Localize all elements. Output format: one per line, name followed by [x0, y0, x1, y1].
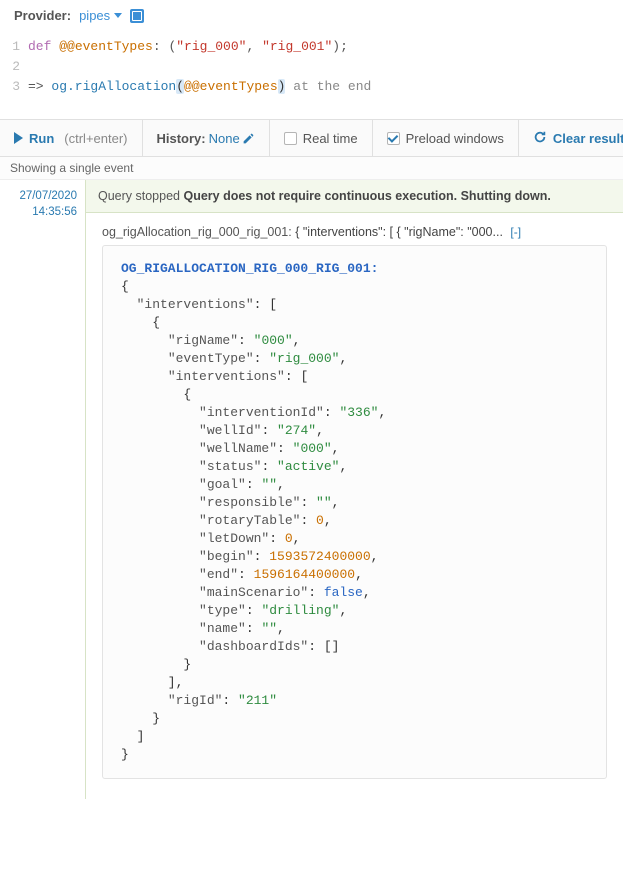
code-editor[interactable]: 1def @@eventTypes: ("rig_000", "rig_001"… [0, 31, 623, 119]
history-cell[interactable]: History: None [143, 120, 270, 156]
event-message-prefix: Query stopped [98, 189, 183, 203]
result-summary-preview: { "interventions": [ { "rigName": "000..… [295, 225, 503, 239]
provider-label: Provider: [14, 8, 71, 23]
run-button[interactable]: Run (ctrl+enter) [0, 120, 143, 156]
preload-label: Preload windows [406, 131, 504, 146]
reload-icon [533, 130, 547, 147]
checkbox-icon [387, 132, 400, 145]
event-date: 27/07/2020 [0, 188, 77, 204]
event-time-value: 14:35:56 [0, 204, 77, 220]
toolbar: Run (ctrl+enter) History: None Real time… [0, 119, 623, 157]
result-json: OG_RIGALLOCATION_RIG_000_RIG_001: { "int… [102, 245, 607, 779]
checkbox-icon [284, 132, 297, 145]
run-label: Run [29, 131, 54, 146]
provider-dropdown[interactable]: pipes [79, 8, 122, 23]
provider-value-text: pipes [79, 8, 110, 23]
chevron-down-icon [114, 13, 122, 18]
edit-icon [240, 131, 255, 146]
real-time-toggle[interactable]: Real time [270, 120, 373, 156]
play-icon [14, 132, 23, 144]
history-label: History: [157, 131, 206, 146]
event-message-main: Query does not require continuous execut… [183, 189, 550, 203]
result-summary-key: og_rigAllocation_rig_000_rig_001: [102, 225, 292, 239]
run-hint: (ctrl+enter) [64, 131, 127, 146]
result-summary: og_rigAllocation_rig_000_rig_001: { "int… [86, 213, 623, 245]
status-row: Showing a single event [0, 157, 623, 180]
event-row: 27/07/2020 14:35:56 Query stopped Query … [0, 180, 623, 799]
real-time-label: Real time [303, 131, 358, 146]
event-message: Query stopped Query does not require con… [86, 180, 623, 213]
history-value: None [209, 131, 240, 146]
clear-results-button[interactable]: Clear results [519, 120, 623, 156]
clear-label: Clear results [553, 131, 623, 146]
book-icon[interactable] [130, 9, 144, 23]
preload-toggle[interactable]: Preload windows [373, 120, 519, 156]
collapse-toggle[interactable]: [-] [510, 225, 521, 239]
event-timestamp: 27/07/2020 14:35:56 [0, 180, 85, 799]
